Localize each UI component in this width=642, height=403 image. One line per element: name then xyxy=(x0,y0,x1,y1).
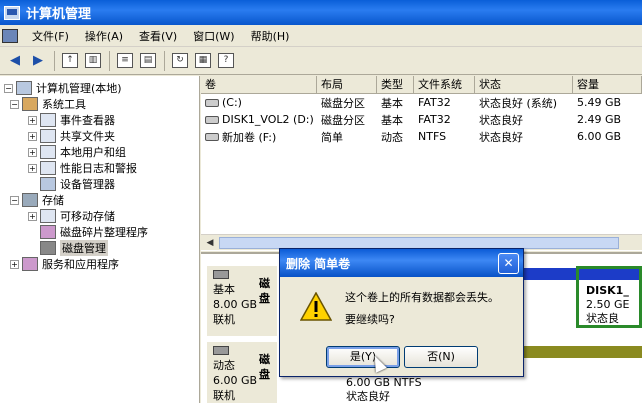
tree-item-system-tools[interactable]: − 系统工具 xyxy=(0,96,199,112)
users-icon xyxy=(40,145,56,159)
properties-icon[interactable]: ≡ xyxy=(114,50,136,72)
warning-icon xyxy=(300,292,332,321)
partition-header-blue xyxy=(521,268,576,280)
drive-icon xyxy=(205,132,219,141)
disk-0-label[interactable]: 磁盘 基本 8.00 GB 联机 xyxy=(207,266,277,336)
help-icon[interactable]: ? xyxy=(215,50,237,72)
delete-volume-dialog: 删除 简单卷 ✕ 这个卷上的所有数据都会丢失。 要继续吗? 是(Y) 否(N) xyxy=(279,248,524,377)
column-header-capacity[interactable]: 容量 xyxy=(573,76,642,93)
dialog-message: 这个卷上的所有数据都会丢失。 xyxy=(345,291,499,304)
dialog-question: 要继续吗? xyxy=(345,313,395,326)
help-book-icon[interactable]: ▤ xyxy=(137,50,159,72)
table-row[interactable]: 新加卷 (F:) 简单 动态 NTFS 状态良好 6.00 GB xyxy=(201,128,642,145)
tree-item-disk-defragmenter[interactable]: 磁盘碎片整理程序 xyxy=(0,224,199,240)
expand-icon[interactable]: + xyxy=(28,163,37,173)
device-manager-icon xyxy=(40,177,56,191)
tree-item-services-applications[interactable]: + 服务和应用程序 xyxy=(0,256,199,272)
expand-icon[interactable]: + xyxy=(28,147,37,157)
window-titlebar: 计算机管理 xyxy=(0,0,642,25)
tree-item-computer-management[interactable]: − 计算机管理(本地) xyxy=(0,80,199,96)
removable-storage-icon xyxy=(40,209,56,223)
table-row[interactable]: DISK1_VOL2 (D:) 磁盘分区 基本 FAT32 状态良好 2.49 … xyxy=(201,111,642,128)
column-header-filesystem[interactable]: 文件系统 xyxy=(414,76,475,93)
scroll-left-icon[interactable]: ◀ xyxy=(203,236,217,250)
expand-icon[interactable]: + xyxy=(28,115,37,125)
tree-item-performance-logs[interactable]: + 性能日志和警报 xyxy=(0,160,199,176)
dialog-title: 删除 简单卷 xyxy=(286,256,351,271)
collapse-icon[interactable]: − xyxy=(10,195,19,205)
event-viewer-icon xyxy=(40,113,56,127)
menu-help[interactable]: 帮助(H) xyxy=(243,28,298,44)
disk-1-label[interactable]: 磁盘 动态 6.00 GB 联机 xyxy=(207,342,277,403)
column-header-layout[interactable]: 布局 xyxy=(317,76,377,93)
computer-icon xyxy=(16,81,32,95)
menu-action[interactable]: 操作(A) xyxy=(77,28,131,44)
volume-list-header: 卷 布局 类型 文件系统 状态 容量 xyxy=(201,76,642,94)
services-icon xyxy=(22,257,38,271)
tools-icon xyxy=(22,97,38,111)
column-header-volume[interactable]: 卷 xyxy=(201,76,317,93)
no-button[interactable]: 否(N) xyxy=(404,346,478,368)
tree-item-event-viewer[interactable]: + 事件查看器 xyxy=(0,112,199,128)
tree-item-storage[interactable]: − 存储 xyxy=(0,192,199,208)
volume-list: 卷 布局 类型 文件系统 状态 容量 (C:) 磁盘分区 基本 FAT32 状态… xyxy=(201,76,642,251)
collapse-icon[interactable]: − xyxy=(4,83,13,93)
drive-icon xyxy=(205,98,219,107)
dialog-titlebar: 删除 简单卷 ✕ xyxy=(280,249,523,277)
expand-icon[interactable]: + xyxy=(10,259,19,269)
hard-disk-icon xyxy=(213,346,229,355)
disk-management-icon xyxy=(40,241,56,255)
column-header-status[interactable]: 状态 xyxy=(475,76,573,93)
partition-new-volume[interactable]: 6.00 GB NTFS 状态良好 xyxy=(341,376,501,403)
yes-button[interactable]: 是(Y) xyxy=(326,346,400,368)
table-row[interactable]: (C:) 磁盘分区 基本 FAT32 状态良好 (系统) 5.49 GB xyxy=(201,94,642,111)
show-tree-icon[interactable]: ▥ xyxy=(82,50,104,72)
tree-item-disk-management[interactable]: 磁盘管理 xyxy=(0,240,199,256)
tree-item-device-manager[interactable]: 设备管理器 xyxy=(0,176,199,192)
up-folder-icon[interactable]: ↑ xyxy=(59,50,81,72)
mmc-console-icon[interactable] xyxy=(2,28,18,43)
tree-item-shared-folders[interactable]: + 共享文件夹 xyxy=(0,128,199,144)
expand-icon[interactable]: + xyxy=(28,211,37,221)
drive-icon xyxy=(205,115,219,124)
dialog-close-button[interactable]: ✕ xyxy=(498,253,519,274)
collapse-icon[interactable]: − xyxy=(10,99,19,109)
toolbar-separator xyxy=(109,50,110,71)
partition-disk1-vol2[interactable]: DISK1_ 2.50 GE 状态良 xyxy=(581,284,639,325)
toolbar-separator xyxy=(54,50,55,71)
export-list-icon[interactable]: ▦ xyxy=(192,50,214,72)
menu-window[interactable]: 窗口(W) xyxy=(185,28,242,44)
toolbar-separator xyxy=(164,50,165,71)
column-header-type[interactable]: 类型 xyxy=(377,76,414,93)
performance-icon xyxy=(40,161,56,175)
shared-folder-icon xyxy=(40,129,56,143)
tree-item-local-users[interactable]: + 本地用户和组 xyxy=(0,144,199,160)
console-tree: − 计算机管理(本地) − 系统工具 + 事件查看器 + 共享文件夹 + 本地用… xyxy=(0,76,200,403)
tree-item-removable-storage[interactable]: + 可移动存储 xyxy=(0,208,199,224)
menu-file[interactable]: 文件(F) xyxy=(24,28,77,44)
menu-view[interactable]: 查看(V) xyxy=(131,28,185,44)
defrag-icon xyxy=(40,225,56,239)
refresh-icon[interactable]: ↻ xyxy=(169,50,191,72)
hard-disk-icon xyxy=(213,270,229,279)
window-title: 计算机管理 xyxy=(26,7,92,22)
forward-arrow-icon[interactable]: ▶ xyxy=(27,50,49,72)
storage-icon xyxy=(22,193,38,207)
computer-management-icon xyxy=(4,5,20,20)
expand-icon[interactable]: + xyxy=(28,131,37,141)
menu-bar: 文件(F) 操作(A) 查看(V) 窗口(W) 帮助(H) xyxy=(0,25,642,47)
back-arrow-icon[interactable]: ◀ xyxy=(4,50,26,72)
toolbar: ◀ ▶ ↑ ▥ ≡ ▤ ↻ ▦ ? xyxy=(0,47,642,75)
